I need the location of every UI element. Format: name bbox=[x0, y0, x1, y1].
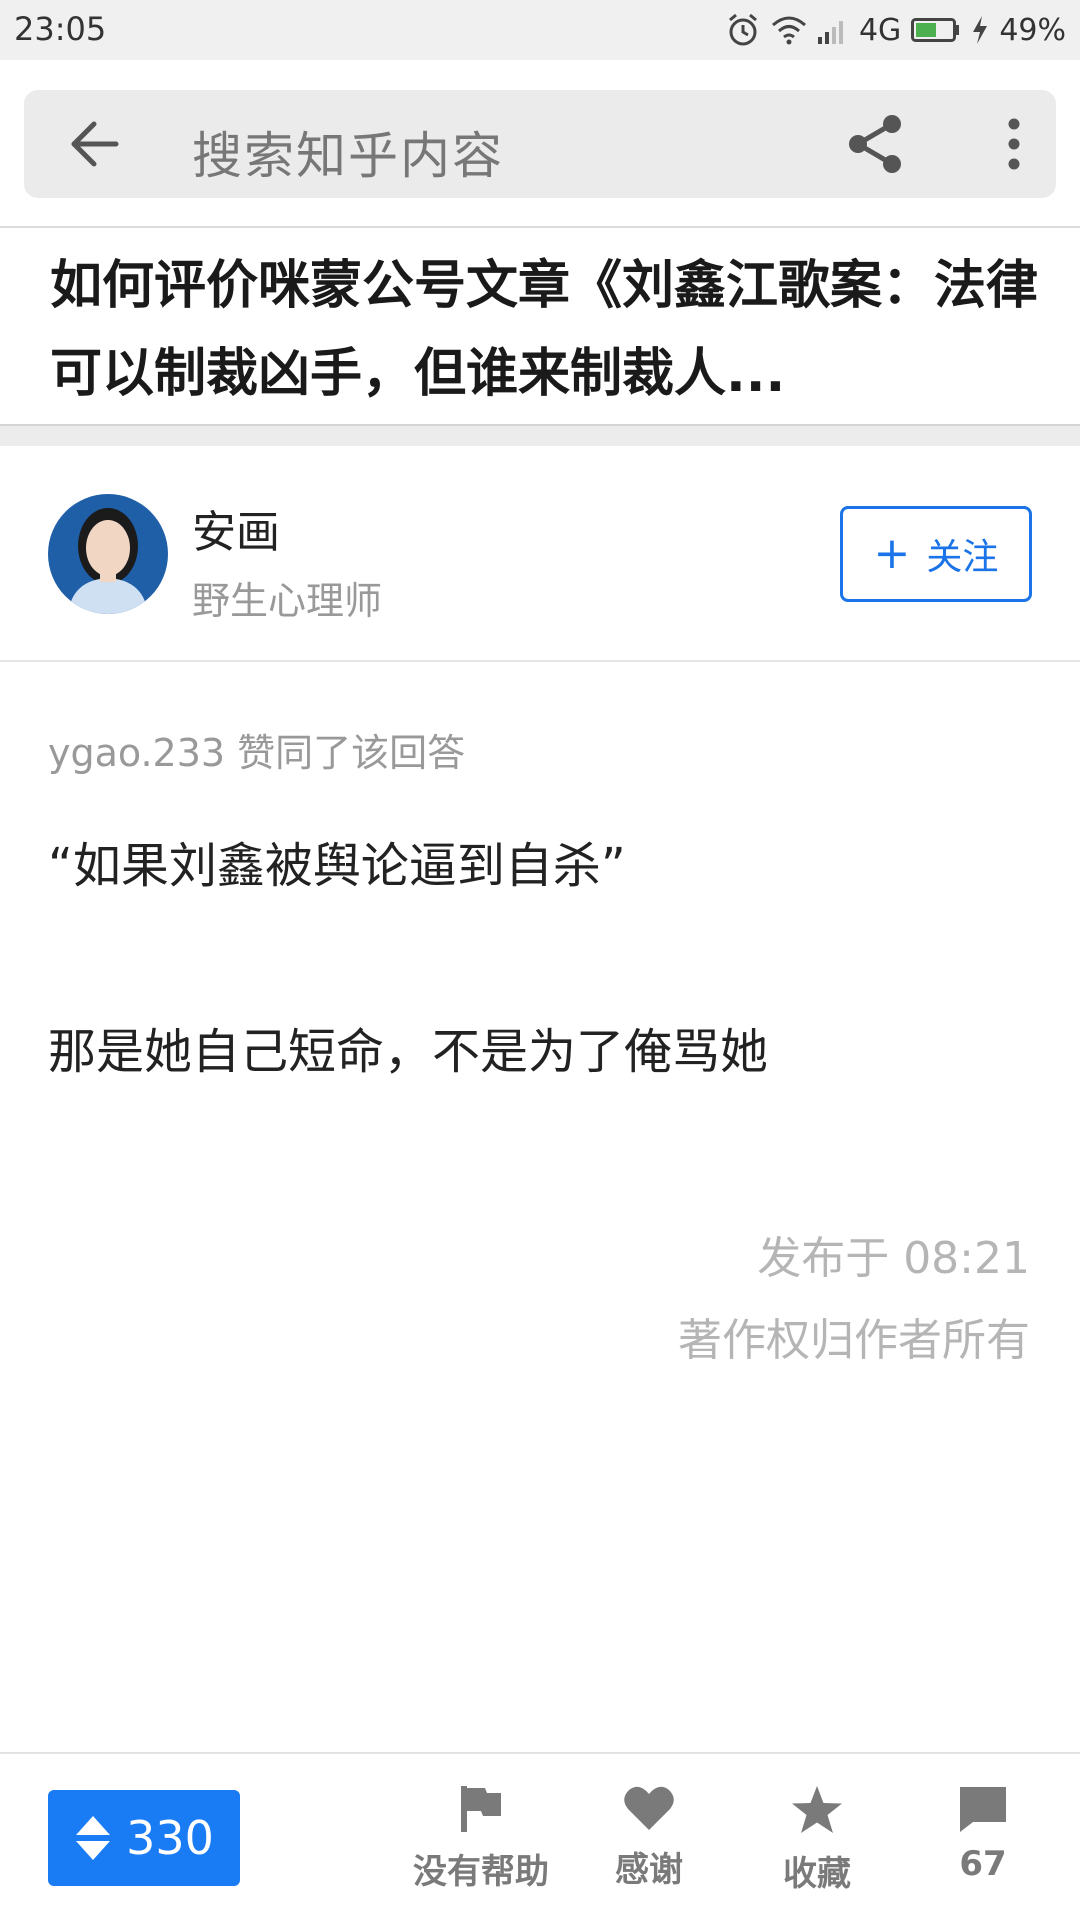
author-avatar[interactable] bbox=[48, 494, 168, 614]
comment-count: 67 bbox=[959, 1844, 1007, 1884]
top-app-bar: 搜索知乎内容 bbox=[0, 60, 1080, 228]
vote-note: ygao.233 赞同了该回答 bbox=[48, 731, 466, 775]
flag-icon bbox=[461, 1786, 501, 1832]
copyright-notice: 著作权归作者所有 bbox=[678, 1315, 1030, 1366]
search-bar[interactable]: 搜索知乎内容 bbox=[24, 90, 1056, 198]
author-name[interactable]: 安画 bbox=[192, 496, 280, 560]
section-divider bbox=[0, 424, 1080, 446]
alarm-icon bbox=[729, 13, 757, 46]
wifi-icon bbox=[771, 16, 806, 45]
battery-percent: 49% bbox=[999, 12, 1066, 48]
answer-paragraph: 那是她自己短命，不是为了俺骂她 bbox=[48, 1024, 769, 1080]
publish-time: 发布于 08:21 bbox=[757, 1233, 1030, 1284]
question-header[interactable]: 如何评价咪蒙公号文章《刘鑫江歌案：法律可以制裁凶手，但谁来制裁人... bbox=[0, 228, 1080, 426]
back-arrow-icon[interactable] bbox=[64, 114, 124, 174]
thanks-button[interactable]: 感谢 bbox=[564, 1784, 734, 1891]
comments-button[interactable]: 67 bbox=[898, 1784, 1068, 1884]
share-icon[interactable] bbox=[844, 112, 908, 176]
vote-arrows-icon bbox=[76, 1816, 111, 1860]
answer-paragraph: “如果刘鑫被舆论逼到自杀” bbox=[48, 838, 626, 894]
follow-button[interactable]: + 关注 bbox=[840, 506, 1032, 602]
author-card: 安画 野生心理师 + 关注 bbox=[0, 446, 1080, 662]
battery-icon bbox=[911, 18, 960, 42]
status-icons: 4G 49% bbox=[725, 8, 1066, 52]
more-vertical-icon[interactable] bbox=[994, 112, 1034, 176]
not-helpful-button[interactable]: 没有帮助 bbox=[396, 1784, 566, 1893]
follow-label: 关注 bbox=[926, 537, 999, 578]
star-icon bbox=[792, 1786, 842, 1833]
author-bio: 野生心理师 bbox=[192, 579, 383, 623]
charging-icon bbox=[973, 16, 988, 44]
network-type: 4G bbox=[858, 12, 902, 48]
collect-button[interactable]: 收藏 bbox=[732, 1784, 902, 1895]
plus-icon: + bbox=[873, 528, 911, 579]
action-label: 感谢 bbox=[615, 1850, 683, 1890]
search-input[interactable]: 搜索知乎内容 bbox=[192, 116, 504, 188]
avatar-photo bbox=[48, 494, 168, 614]
status-time: 23:05 bbox=[14, 10, 107, 48]
upvote-button[interactable]: 330 bbox=[48, 1790, 240, 1886]
action-label: 收藏 bbox=[783, 1854, 851, 1894]
upvote-count: 330 bbox=[126, 1811, 214, 1865]
comment-icon bbox=[960, 1787, 1006, 1832]
signal-icon bbox=[817, 21, 843, 44]
question-title[interactable]: 如何评价咪蒙公号文章《刘鑫江歌案：法律可以制裁凶手，但谁来制裁人... bbox=[50, 242, 1040, 418]
bottom-action-bar: 330 没有帮助 感谢 收藏 67 bbox=[0, 1752, 1080, 1920]
action-label: 没有帮助 bbox=[413, 1852, 549, 1892]
heart-icon bbox=[624, 1786, 674, 1830]
status-bar: 23:05 4G 49% bbox=[0, 0, 1080, 60]
